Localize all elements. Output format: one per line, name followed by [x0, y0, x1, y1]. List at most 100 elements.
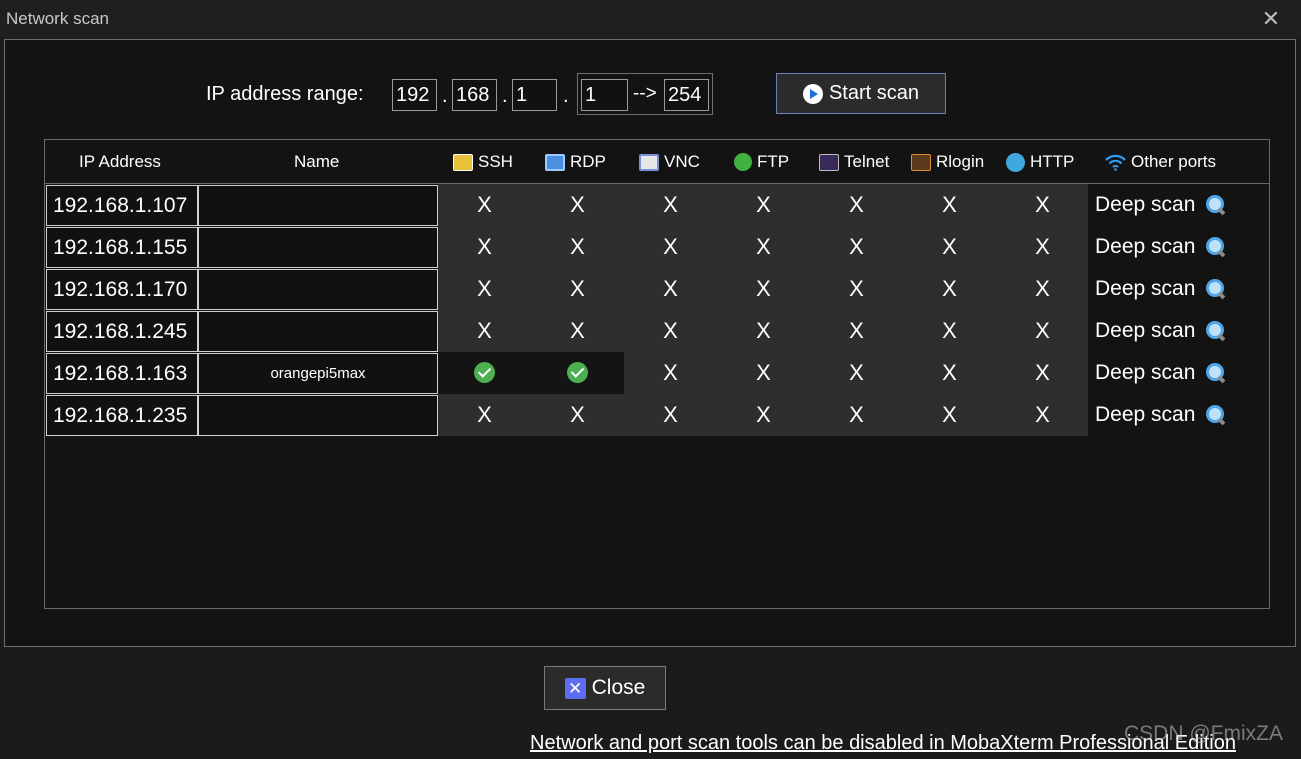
port-http-status: X: [996, 268, 1089, 310]
row-ip-address: 192.168.1.155: [46, 227, 198, 268]
close-button[interactable]: ✕ Close: [544, 666, 666, 710]
closed-mark: X: [477, 402, 492, 427]
port-rlogin-status: X: [903, 394, 996, 436]
port-status-group: XXXXXXX: [438, 268, 1088, 310]
closed-mark: X: [1035, 360, 1050, 385]
closed-mark: X: [477, 276, 492, 301]
col-ip-address: IP Address: [79, 152, 161, 171]
deep-scan-button[interactable]: Deep scan: [1095, 268, 1227, 310]
closed-mark: X: [663, 402, 678, 427]
port-http-status: X: [996, 226, 1089, 268]
check-icon: [474, 362, 495, 384]
window-title: Network scan: [6, 9, 109, 28]
closed-mark: X: [1035, 234, 1050, 259]
closed-mark: X: [756, 402, 771, 427]
ssh-key-icon: [453, 153, 473, 171]
deep-scan-button[interactable]: Deep scan: [1095, 352, 1227, 394]
closed-mark: X: [942, 234, 957, 259]
col-other-ports: Other ports: [1105, 152, 1216, 172]
ip-octet2-input[interactable]: [452, 79, 497, 111]
port-status-group: XXXXXXX: [438, 310, 1088, 352]
close-label: Close: [591, 676, 646, 699]
ip-range-from-input[interactable]: [581, 79, 628, 111]
table-header: IP Address Name SSH RDP VNC FTP Telnet R…: [45, 140, 1269, 184]
row-host-name: orangepi5max: [198, 353, 438, 394]
port-ftp-status: X: [717, 184, 810, 226]
port-ssh-status: X: [438, 394, 531, 436]
closed-mark: X: [570, 234, 585, 259]
ip-octet3-input[interactable]: [512, 79, 557, 111]
row-host-name: [198, 269, 438, 310]
row-host-name: [198, 227, 438, 268]
dot-separator: .: [563, 85, 569, 107]
table-row[interactable]: 192.168.1.155 X X X X X X X Deep scan: [45, 226, 1269, 268]
port-ssh-status: X: [438, 310, 531, 352]
deep-scan-button[interactable]: Deep scan: [1095, 226, 1227, 268]
port-http-status: X: [996, 352, 1089, 394]
closed-mark: X: [849, 402, 864, 427]
row-ip-address: 192.168.1.107: [46, 185, 198, 226]
deep-scan-label: Deep scan: [1095, 403, 1196, 426]
closed-mark: X: [942, 276, 957, 301]
table-row[interactable]: 192.168.1.107 X X X X X X X Deep scan: [45, 184, 1269, 226]
closed-mark: X: [570, 192, 585, 217]
col-http: HTTP: [1006, 152, 1074, 172]
deep-scan-button[interactable]: Deep scan: [1095, 310, 1227, 352]
start-scan-button[interactable]: Start scan: [776, 73, 946, 114]
closed-mark: X: [756, 192, 771, 217]
port-rdp-status: X: [531, 394, 624, 436]
col-rdp: RDP: [545, 152, 606, 172]
port-telnet-status: X: [810, 394, 903, 436]
closed-mark: X: [849, 234, 864, 259]
port-vnc-status: X: [624, 310, 717, 352]
play-icon: [802, 83, 823, 104]
closed-mark: X: [663, 360, 678, 385]
port-rlogin-status: X: [903, 310, 996, 352]
closed-mark: X: [849, 192, 864, 217]
rlogin-icon: [911, 153, 931, 171]
port-telnet-status: X: [810, 352, 903, 394]
table-row[interactable]: 192.168.1.163 orangepi5max X X X X X Deep scan: [45, 352, 1269, 394]
closed-mark: X: [570, 276, 585, 301]
port-rdp-status: [531, 352, 624, 394]
closed-mark: X: [663, 192, 678, 217]
title-bar: Network scan ✕: [0, 0, 1301, 38]
port-ssh-status: X: [438, 226, 531, 268]
deep-scan-button[interactable]: Deep scan: [1095, 394, 1227, 436]
monitor-icon: [545, 153, 565, 171]
port-ftp-status: X: [717, 310, 810, 352]
closed-mark: X: [756, 318, 771, 343]
port-rlogin-status: X: [903, 184, 996, 226]
closed-mark: X: [663, 318, 678, 343]
closed-mark: X: [477, 192, 492, 217]
port-rlogin-status: X: [903, 268, 996, 310]
closed-mark: X: [1035, 318, 1050, 343]
ip-octet1-input[interactable]: [392, 79, 437, 111]
deep-scan-button[interactable]: Deep scan: [1095, 184, 1227, 226]
magnifier-icon: [1205, 404, 1227, 426]
port-vnc-status: X: [624, 352, 717, 394]
closed-mark: X: [1035, 402, 1050, 427]
deep-scan-label: Deep scan: [1095, 235, 1196, 258]
port-ssh-status: [438, 352, 531, 394]
results-table: IP Address Name SSH RDP VNC FTP Telnet R…: [44, 139, 1270, 609]
port-status-group: XXXXXXX: [438, 226, 1088, 268]
http-globe-icon: [1006, 152, 1025, 172]
row-host-name: [198, 185, 438, 226]
table-row[interactable]: 192.168.1.245 X X X X X X X Deep scan: [45, 310, 1269, 352]
port-telnet-status: X: [810, 184, 903, 226]
port-telnet-status: X: [810, 268, 903, 310]
port-ftp-status: X: [717, 226, 810, 268]
table-row[interactable]: 192.168.1.235 X X X X X X X Deep scan: [45, 394, 1269, 436]
window-close-icon[interactable]: ✕: [1255, 4, 1287, 34]
start-scan-label: Start scan: [828, 82, 920, 104]
closed-mark: X: [663, 234, 678, 259]
table-row[interactable]: 192.168.1.170 X X X X X X X Deep scan: [45, 268, 1269, 310]
ip-range-to-input[interactable]: [664, 79, 709, 111]
close-icon: ✕: [564, 677, 586, 699]
row-ip-address: 192.168.1.163: [46, 353, 198, 394]
col-ftp: FTP: [734, 152, 789, 172]
closed-mark: X: [942, 318, 957, 343]
port-vnc-status: X: [624, 226, 717, 268]
port-vnc-status: X: [624, 268, 717, 310]
